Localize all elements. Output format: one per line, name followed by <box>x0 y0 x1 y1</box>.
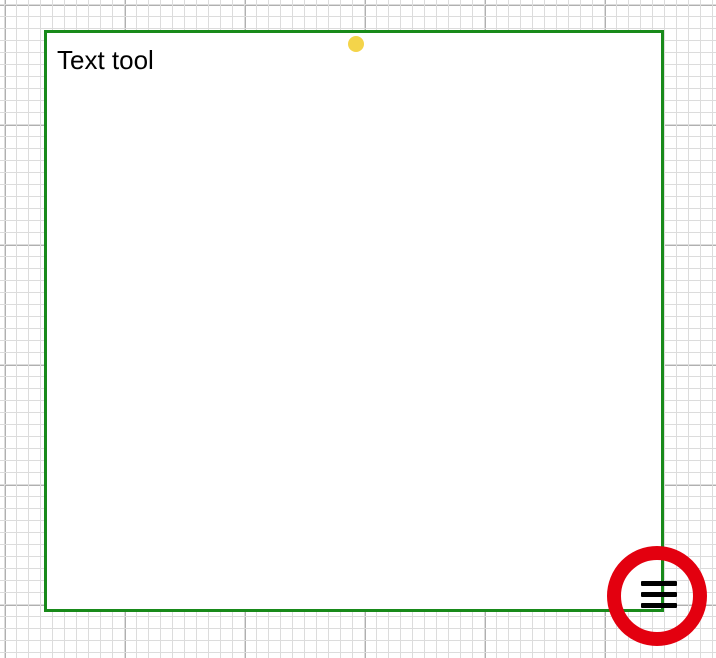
text-box[interactable]: Text tool <box>44 30 664 612</box>
menu-icon <box>641 592 677 597</box>
text-box-content: Text tool <box>57 45 154 75</box>
menu-button[interactable] <box>637 574 681 614</box>
menu-icon <box>641 603 677 608</box>
menu-icon <box>641 581 677 586</box>
rotate-handle[interactable] <box>348 36 364 52</box>
